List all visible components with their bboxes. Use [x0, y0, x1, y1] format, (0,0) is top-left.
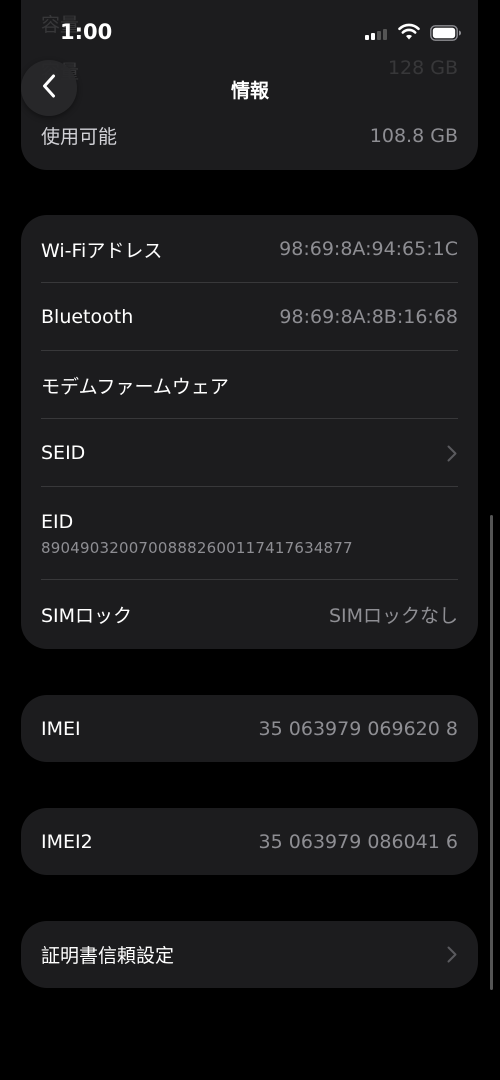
imei2-value: 35 063979 086041 6 [258, 830, 458, 853]
imei2-row: IMEI2 35 063979 086041 6 [21, 808, 478, 875]
cert-trust-label: 証明書信頼設定 [41, 945, 175, 967]
page-title: 情報 [230, 80, 269, 102]
eid-value: 89049032007008882600117417634877 [41, 538, 353, 557]
chevron-right-icon [446, 444, 458, 462]
usable-row: 使用可能 108.8 GB [41, 122, 458, 149]
usable-label: 使用可能 [41, 126, 118, 148]
imei-label: IMEI [41, 717, 81, 740]
battery-icon [430, 25, 461, 41]
imei-group: IMEI 35 063979 069620 8 [21, 695, 478, 762]
wifi-address-value: 98:69:8A:94:65:1C [279, 238, 458, 260]
sim-lock-row: SIMロック SIMロックなし [21, 580, 478, 648]
sim-lock-value: SIMロックなし [328, 604, 458, 627]
sim-lock-label: SIMロック [41, 604, 133, 627]
seid-row[interactable]: SEID [21, 419, 478, 487]
scroll-indicator[interactable] [490, 515, 493, 990]
wifi-address-label: Wi-Fiアドレス [41, 239, 163, 262]
cellular-signal-icon [365, 28, 387, 40]
network-group: Wi-Fiアドレス 98:69:8A:94:65:1C Bluetooth 98… [21, 215, 478, 649]
modem-firmware-row: モデムファームウェア [21, 351, 478, 419]
eid-row: EID 89049032007008882600117417634877 [21, 487, 478, 580]
modem-firmware-label: モデムファームウェア [41, 375, 229, 398]
bluetooth-row: Bluetooth 98:69:8A:8B:16:68 [21, 283, 478, 351]
bluetooth-label: Bluetooth [41, 306, 134, 328]
eid-label: EID [41, 510, 74, 533]
status-time: 1:00 [60, 20, 113, 44]
imei2-group: IMEI2 35 063979 086041 6 [21, 808, 478, 875]
status-bar: 1:00 [0, 0, 500, 60]
imei-value: 35 063979 069620 8 [258, 717, 458, 740]
wifi-icon [398, 23, 420, 45]
bluetooth-value: 98:69:8A:8B:16:68 [279, 306, 458, 328]
chevron-right-icon [446, 946, 458, 964]
about-page: 容量 容量 128 GB 使用可能 108.8 GB Wi-Fiアドレス 98:… [0, 0, 500, 1080]
cert-trust-group: 証明書信頼設定 [21, 921, 478, 988]
seid-label: SEID [41, 442, 86, 464]
imei2-label: IMEI2 [41, 830, 93, 853]
cert-trust-row[interactable]: 証明書信頼設定 [21, 921, 478, 988]
wifi-address-row: Wi-Fiアドレス 98:69:8A:94:65:1C [21, 215, 478, 283]
imei-row: IMEI 35 063979 069620 8 [21, 695, 478, 762]
usable-value: 108.8 GB [369, 124, 458, 147]
